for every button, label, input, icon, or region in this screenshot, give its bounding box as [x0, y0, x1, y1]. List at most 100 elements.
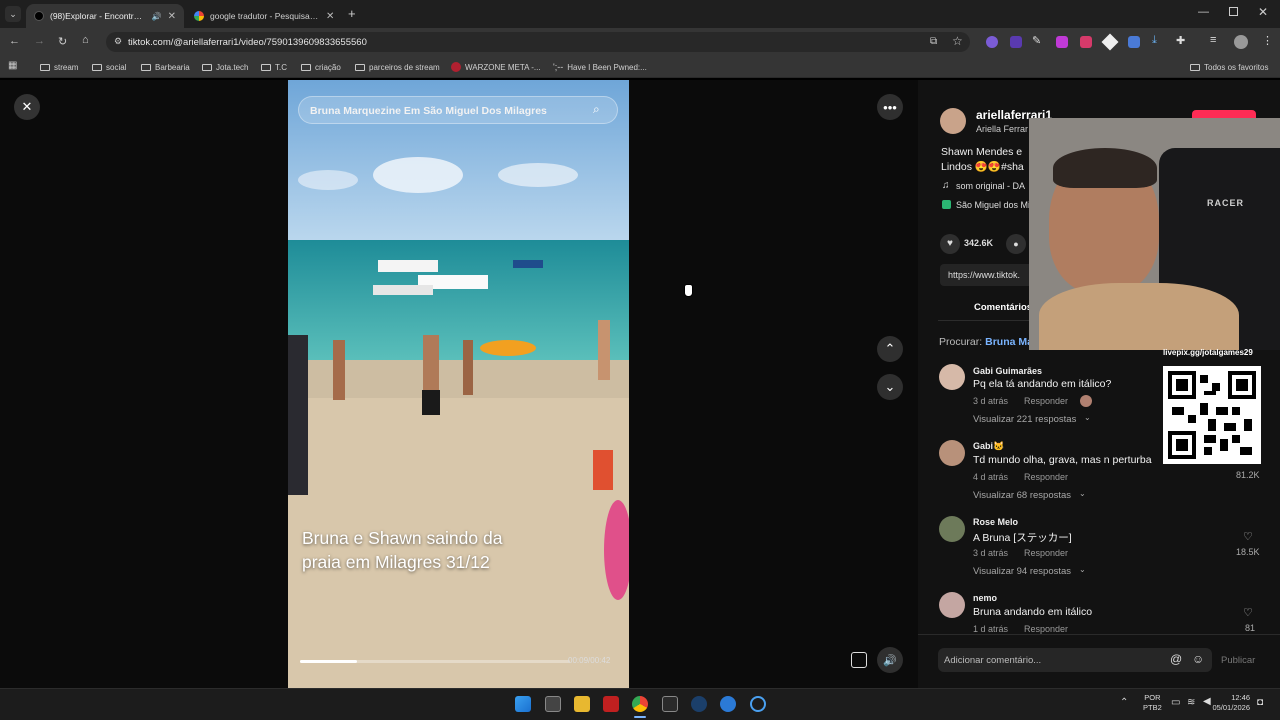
video-progress-track[interactable] [300, 660, 570, 663]
next-video-button[interactable]: ⌄ [877, 374, 903, 400]
extension-icon[interactable] [1101, 33, 1119, 51]
chat-app-icon[interactable] [750, 696, 766, 712]
close-tab-icon[interactable]: ✕ [326, 11, 334, 22]
heart-icon[interactable]: ♡ [1243, 530, 1253, 543]
language-indicator[interactable]: POR PTB2 [1143, 693, 1162, 713]
commenter-avatar[interactable] [939, 516, 965, 542]
puzzle-icon[interactable]: ✚ [1176, 34, 1185, 47]
commenter-avatar[interactable] [939, 592, 965, 618]
download-icon[interactable]: ⤓ [1152, 34, 1157, 47]
pip-button[interactable] [851, 652, 867, 668]
author-avatar[interactable] [940, 108, 966, 134]
new-tab-icon[interactable]: + [348, 6, 356, 21]
tab-search-button[interactable]: ⌄ [5, 6, 21, 22]
tab-title: (98)Explorar - Encontre seu [50, 11, 146, 21]
translate-icon[interactable] [1128, 36, 1140, 48]
view-replies-link[interactable]: Visualizar 68 respostas [973, 490, 1071, 501]
console-app-icon[interactable] [662, 696, 678, 712]
blue-app-icon[interactable] [720, 696, 736, 712]
video-search-bar[interactable]: Bruna Marquezine Em São Miguel Dos Milag… [298, 96, 618, 124]
profile-avatar[interactable] [1234, 35, 1248, 49]
commenter-avatar[interactable] [939, 364, 965, 390]
extension-icon[interactable] [986, 36, 998, 48]
minimize-icon[interactable]: — [1198, 6, 1209, 18]
volume-button[interactable]: 🔊 [877, 647, 903, 673]
hibp-icon: ';-- [553, 62, 564, 72]
notification-bell-icon[interactable]: ◘ [1257, 697, 1263, 708]
extension-icon[interactable] [1056, 36, 1068, 48]
sound-name[interactable]: som original - DA [956, 181, 1025, 191]
tray-chevron-up-icon[interactable]: ⌃ [1120, 697, 1128, 708]
publish-button[interactable]: Publicar [1221, 655, 1255, 666]
bookmarks-bar: ▦ stream social Barbearia Jota.tech T.C … [0, 56, 1280, 78]
home-icon[interactable]: ⌂ [82, 34, 89, 46]
bookmark-warzone[interactable]: WARZONE META -... [451, 60, 541, 74]
task-view-icon[interactable] [545, 696, 561, 712]
clock[interactable]: 12:46 05/01/2026 [1212, 693, 1250, 713]
extension-icon[interactable] [1010, 36, 1022, 48]
install-app-icon[interactable]: ⧉ [930, 36, 937, 47]
reload-icon[interactable]: ↻ [58, 35, 67, 48]
tab-comments[interactable]: Comentários [974, 302, 1032, 313]
extension-icon[interactable] [1080, 36, 1092, 48]
location-name[interactable]: São Miguel dos Mi [956, 200, 1030, 210]
close-window-icon[interactable]: ✕ [1258, 5, 1268, 19]
bookmark-tc[interactable]: T.C [261, 60, 287, 74]
emoji-icon[interactable]: ☺ [1192, 652, 1204, 666]
like-icon[interactable]: ♥ [940, 234, 960, 254]
red-app-icon[interactable] [603, 696, 619, 712]
pen-icon[interactable]: ✎ [1032, 34, 1041, 47]
bookmark-hibp[interactable]: ';-- Have I Been Pwned:... [553, 60, 647, 74]
reply-link[interactable]: Responder [1024, 624, 1068, 634]
comment-author[interactable]: nemo [973, 593, 997, 603]
comment-author[interactable]: Gabi Guimarães [973, 366, 1042, 376]
close-video-button[interactable]: ✕ [14, 94, 40, 120]
file-explorer-icon[interactable] [574, 696, 590, 712]
all-bookmarks[interactable]: Todos os favoritos [1190, 60, 1268, 74]
tab-tiktok[interactable]: (98)Explorar - Encontre seu 🔊 ✕ [26, 4, 184, 28]
comment-like-count: 81.2K [1236, 470, 1260, 480]
search-icon[interactable]: ⌕ [593, 102, 600, 117]
reply-link[interactable]: Responder [1024, 472, 1068, 482]
menu-icon[interactable]: ⋮ [1262, 34, 1273, 47]
bookmark-stream[interactable]: stream [40, 60, 78, 74]
speaker-icon[interactable]: 🔊 [152, 12, 162, 21]
commenter-avatar[interactable] [939, 440, 965, 466]
comment-author[interactable]: Gabi🐱 [973, 441, 1004, 452]
video-player[interactable]: Bruna Marquezine Em São Miguel Dos Milag… [288, 80, 629, 688]
network-icon[interactable]: ▭ [1171, 697, 1180, 708]
bookmark-star-icon[interactable]: ☆ [952, 34, 963, 48]
forward-icon[interactable]: → [34, 35, 45, 47]
reading-list-icon[interactable]: ≡ [1210, 34, 1216, 46]
volume-icon[interactable]: ◀ [1203, 696, 1211, 707]
reply-link[interactable]: Responder [1024, 396, 1068, 406]
post-description: Lindos 😍😍#sha [941, 161, 1024, 173]
mention-icon[interactable]: @ [1170, 652, 1182, 666]
address-bar[interactable]: ⚙ tiktok.com/@ariellaferrari1/video/7590… [106, 32, 970, 52]
close-tab-icon[interactable]: ✕ [168, 11, 176, 22]
site-info-icon[interactable]: ⚙ [114, 36, 122, 47]
bookmark-criacao[interactable]: criação [301, 60, 341, 74]
folder-icon [1190, 63, 1200, 71]
bookmark-jotatech[interactable]: Jota.tech [202, 60, 248, 74]
comment-author[interactable]: Rose Melo [973, 517, 1018, 527]
tab-google[interactable]: google tradutor - Pesquisa Goo ✕ [186, 4, 344, 28]
more-options-button[interactable]: ••• [877, 94, 903, 120]
wifi-icon[interactable]: ≋ [1187, 697, 1195, 708]
restore-icon[interactable] [1229, 7, 1238, 16]
previous-video-button[interactable]: ⌃ [877, 336, 903, 362]
view-replies-link[interactable]: Visualizar 94 respostas [973, 566, 1071, 577]
chrome-icon[interactable] [632, 696, 648, 712]
back-icon[interactable]: ← [9, 35, 20, 47]
bookmark-parceiros[interactable]: parceiros de stream [355, 60, 440, 74]
bookmark-barbearia[interactable]: Barbearia [141, 60, 190, 74]
comment-input[interactable]: Adicionar comentário... @ ☺ [938, 648, 1212, 672]
heart-icon[interactable]: ♡ [1243, 606, 1253, 619]
apps-grid-icon[interactable]: ▦ [8, 60, 17, 71]
steam-icon[interactable] [691, 696, 707, 712]
comment-icon[interactable]: ● [1006, 234, 1026, 254]
reply-link[interactable]: Responder [1024, 548, 1068, 558]
bookmark-social[interactable]: social [92, 60, 126, 74]
windows-start-icon[interactable] [515, 696, 531, 712]
view-replies-link[interactable]: Visualizar 221 respostas [973, 414, 1076, 425]
